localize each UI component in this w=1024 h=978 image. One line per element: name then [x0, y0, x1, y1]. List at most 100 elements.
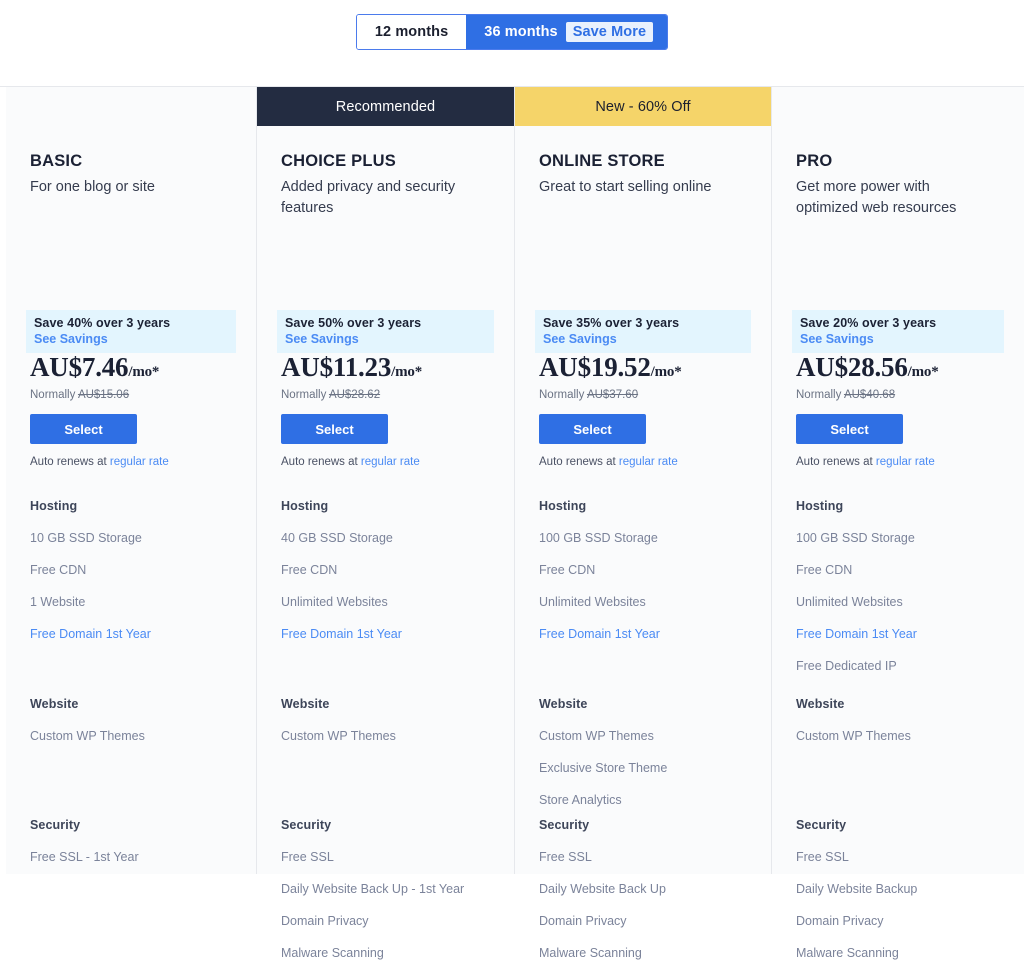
price-pro: AU$28.56/mo* [796, 352, 1008, 383]
select-button-choice-plus[interactable]: Select [281, 414, 388, 444]
toggle-option-12-months-label: 12 months [374, 24, 449, 40]
feature-item-link[interactable]: Free Domain 1st Year [30, 627, 242, 641]
feature-item: 100 GB SSD Storage [539, 531, 658, 545]
price-amount-pro: AU$28.56 [796, 352, 908, 382]
normally-amount-pro: AU$40.68 [843, 389, 896, 401]
plan-card-choice-plus: Recommended CHOICE PLUS Added privacy an… [256, 87, 514, 960]
billing-term-toggle[interactable]: 12 months 36 months Save More [355, 14, 669, 50]
savings-text-choice-plus: Save 50% over 3 years [285, 316, 422, 330]
price-block-online-store: AU$19.52/mo* Normally AU$37.60 Select Au… [539, 352, 755, 468]
feature-group-title-security-pro: Security [796, 818, 847, 832]
toggle-option-36-months[interactable]: 36 months Save More [466, 15, 668, 49]
normally-label-choice-plus: Normally [281, 389, 327, 401]
feature-group-title-hosting-pro: Hosting [796, 499, 844, 513]
savings-box-basic: Save 40% over 3 years See Savings [26, 310, 236, 353]
feature-group-title-website-basic: Website [30, 697, 79, 711]
see-savings-link-basic[interactable]: See Savings [34, 332, 228, 346]
pricing-plans-section: BASIC For one blog or site Save 40% over… [0, 86, 1024, 960]
feature-item: Free CDN [281, 563, 338, 577]
feature-group-hosting-pro: Hosting 100 GB SSD Storage Free CDN Unli… [796, 499, 1010, 691]
plan-banner-recommended: Recommended [257, 87, 514, 126]
regular-rate-link-pro[interactable]: regular rate [876, 456, 935, 468]
normally-price-basic: Normally AU$15.06 [30, 389, 240, 401]
select-button-online-store[interactable]: Select [539, 414, 646, 444]
price-period-online-store: /mo* [650, 364, 682, 380]
normally-label-pro: Normally [796, 389, 842, 401]
plan-description-online-store: Great to start selling online [539, 179, 712, 195]
plan-banner-new-offer: New - 60% Off [515, 87, 771, 126]
price-basic: AU$7.46/mo* [30, 352, 240, 383]
regular-rate-link-choice-plus[interactable]: regular rate [361, 456, 420, 468]
plan-card-online-store: New - 60% Off ONLINE STORE Great to star… [514, 87, 771, 960]
plan-banner-slot-online-store: New - 60% Off [515, 87, 771, 126]
billing-term-toggle-bar: 12 months 36 months Save More [0, 0, 1024, 86]
feature-group-title-security-basic: Security [30, 818, 81, 832]
select-button-basic[interactable]: Select [30, 414, 137, 444]
feature-item: Free Dedicated IP [796, 659, 897, 673]
price-block-choice-plus: AU$11.23/mo* Normally AU$28.62 Select Au… [281, 352, 498, 468]
normally-amount-basic: AU$15.06 [77, 389, 130, 401]
feature-group-hosting-choice-plus: Hosting 40 GB SSD Storage Free CDN Unlim… [281, 499, 500, 659]
auto-renews-label-choice-plus: Auto renews at [281, 456, 358, 468]
price-period-basic: /mo* [128, 364, 160, 380]
feature-item-link[interactable]: Free Domain 1st Year [796, 627, 1010, 641]
regular-rate-link-basic[interactable]: regular rate [110, 456, 169, 468]
plan-banner-slot-choice-plus: Recommended [257, 87, 514, 126]
feature-item: Free SSL [281, 850, 334, 864]
see-savings-link-online-store[interactable]: See Savings [543, 332, 743, 346]
feature-group-title-security-choice-plus: Security [281, 818, 332, 832]
auto-renews-pro: Auto renews at regular rate [796, 456, 1008, 468]
auto-renews-choice-plus: Auto renews at regular rate [281, 456, 498, 468]
toggle-option-12-months[interactable]: 12 months [356, 15, 467, 49]
feature-item: Custom WP Themes [30, 729, 145, 743]
feature-item: Unlimited Websites [796, 595, 903, 609]
plan-name-online-store: ONLINE STORE [539, 152, 665, 170]
feature-group-website-choice-plus: Website Custom WP Themes [281, 697, 500, 761]
feature-group-security-pro: Security Free SSL Daily Website Backup D… [796, 818, 1010, 978]
price-online-store: AU$19.52/mo* [539, 352, 755, 383]
auto-renews-label-pro: Auto renews at [796, 456, 873, 468]
feature-item: 100 GB SSD Storage [796, 531, 915, 545]
feature-item-link[interactable]: Free Domain 1st Year [281, 627, 500, 641]
savings-text-basic: Save 40% over 3 years [34, 316, 171, 330]
feature-group-security-online-store: Security Free SSL Daily Website Back Up … [539, 818, 757, 978]
auto-renews-online-store: Auto renews at regular rate [539, 456, 755, 468]
price-choice-plus: AU$11.23/mo* [281, 352, 498, 383]
normally-price-pro: Normally AU$40.68 [796, 389, 1008, 401]
see-savings-link-pro[interactable]: See Savings [800, 332, 996, 346]
normally-price-choice-plus: Normally AU$28.62 [281, 389, 498, 401]
toggle-option-36-months-label: 36 months [484, 24, 558, 40]
feature-item: 10 GB SSD Storage [30, 531, 142, 545]
normally-price-online-store: Normally AU$37.60 [539, 389, 755, 401]
feature-item: Malware Scanning [796, 946, 899, 960]
feature-item: Free SSL [539, 850, 592, 864]
normally-amount-choice-plus: AU$28.62 [328, 389, 381, 401]
feature-item: Free SSL - 1st Year [30, 850, 139, 864]
feature-item: Malware Scanning [539, 946, 642, 960]
regular-rate-link-online-store[interactable]: regular rate [619, 456, 678, 468]
savings-text-pro: Save 20% over 3 years [800, 316, 937, 330]
plan-name-choice-plus: CHOICE PLUS [281, 152, 396, 170]
feature-item: Custom WP Themes [281, 729, 396, 743]
see-savings-link-choice-plus[interactable]: See Savings [285, 332, 486, 346]
normally-label-basic: Normally [30, 389, 76, 401]
normally-label-online-store: Normally [539, 389, 585, 401]
price-period-choice-plus: /mo* [391, 364, 423, 380]
feature-item: Unlimited Websites [539, 595, 646, 609]
plan-card-basic: BASIC For one blog or site Save 40% over… [6, 87, 256, 874]
savings-box-pro: Save 20% over 3 years See Savings [792, 310, 1004, 353]
plan-name-basic: BASIC [30, 152, 83, 170]
feature-item-link[interactable]: Free Domain 1st Year [539, 627, 757, 641]
auto-renews-label-basic: Auto renews at [30, 456, 107, 468]
select-button-pro[interactable]: Select [796, 414, 903, 444]
savings-box-online-store: Save 35% over 3 years See Savings [535, 310, 751, 353]
savings-text-online-store: Save 35% over 3 years [543, 316, 680, 330]
auto-renews-basic: Auto renews at regular rate [30, 456, 240, 468]
feature-group-title-hosting-choice-plus: Hosting [281, 499, 329, 513]
plan-name-pro: PRO [796, 152, 833, 170]
feature-item: Exclusive Store Theme [539, 761, 668, 775]
feature-group-security-choice-plus: Security Free SSL Daily Website Back Up … [281, 818, 500, 978]
pricing-plans-grid: BASIC For one blog or site Save 40% over… [6, 87, 1024, 960]
feature-group-title-website-choice-plus: Website [281, 697, 330, 711]
savings-box-choice-plus: Save 50% over 3 years See Savings [277, 310, 494, 353]
